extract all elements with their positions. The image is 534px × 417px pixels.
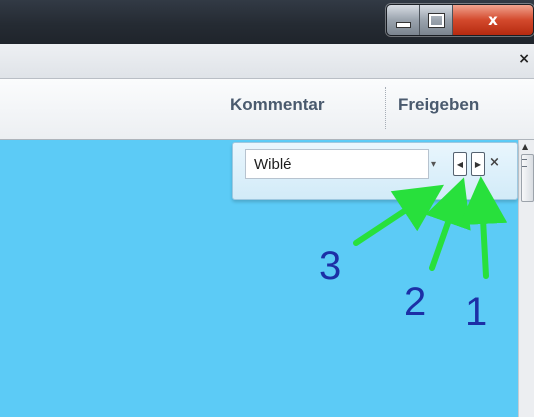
arrow-2	[425, 177, 471, 271]
annotation-number-1: 1	[465, 290, 488, 334]
annotation-number-2: 2	[404, 280, 427, 324]
arrow-1	[459, 176, 508, 279]
annotation-arrows	[353, 176, 508, 279]
annotation-number-3: 3	[319, 244, 342, 288]
arrow-3	[353, 184, 445, 246]
